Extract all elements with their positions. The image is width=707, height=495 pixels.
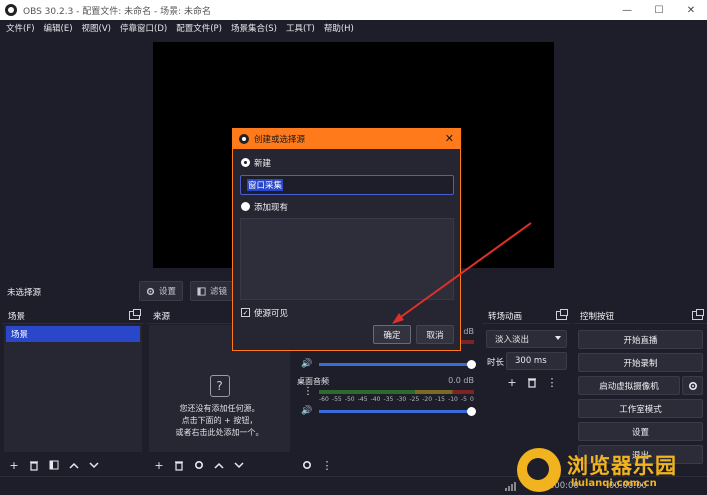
annotation-arrow [392,222,532,324]
